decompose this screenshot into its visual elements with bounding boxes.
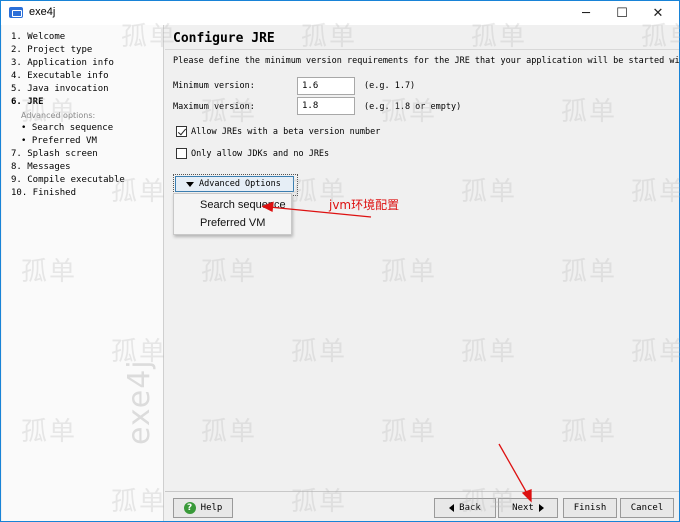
advanced-options-caption: Advanced options: bbox=[21, 111, 96, 120]
only-jdks-label[interactable]: Only allow JDKs and no JREs bbox=[191, 149, 329, 159]
page-description: Please define the minimum version requir… bbox=[173, 56, 680, 66]
menu-item-preferred-vm[interactable]: Preferred VM bbox=[200, 217, 265, 229]
page-title: Configure JRE bbox=[173, 31, 275, 46]
back-button[interactable]: Back bbox=[434, 498, 496, 518]
step-project-type[interactable]: 2. Project type bbox=[11, 45, 92, 55]
finish-button[interactable]: Finish bbox=[563, 498, 617, 518]
back-label: Back bbox=[459, 503, 481, 513]
only-jdks-checkbox[interactable] bbox=[176, 148, 187, 159]
allow-beta-label[interactable]: Allow JREs with a beta version number bbox=[191, 127, 380, 137]
brand-logo: exe4j bbox=[122, 359, 157, 445]
finish-label: Finish bbox=[573, 503, 607, 513]
step-jre[interactable]: 6. JRE bbox=[11, 97, 44, 107]
step-search-sequence[interactable]: • Search sequence bbox=[21, 123, 113, 133]
step-welcome[interactable]: 1. Welcome bbox=[11, 32, 65, 42]
step-executable-info[interactable]: 4. Executable info bbox=[11, 71, 109, 81]
maximize-button[interactable]: ☐ bbox=[605, 1, 639, 25]
menu-item-search-sequence[interactable]: Search sequence bbox=[200, 199, 286, 211]
step-messages[interactable]: 8. Messages bbox=[11, 162, 71, 172]
min-version-label: Minimum version: bbox=[173, 81, 255, 91]
advanced-options-menu: Search sequence Preferred VM bbox=[173, 193, 292, 235]
step-splash-screen[interactable]: 7. Splash screen bbox=[11, 149, 98, 159]
advanced-options-label: Advanced Options bbox=[199, 179, 281, 189]
cancel-button[interactable]: Cancel bbox=[620, 498, 674, 518]
help-button[interactable]: ? Help bbox=[173, 498, 233, 518]
installer-window: exe4j ─ ☐ ✕ 1. Welcome 2. Project type 3… bbox=[0, 0, 680, 522]
step-compile-executable[interactable]: 9. Compile executable bbox=[11, 175, 125, 185]
window-title: exe4j bbox=[29, 6, 56, 18]
arrow-left-icon bbox=[449, 504, 455, 512]
min-version-input[interactable] bbox=[297, 77, 355, 95]
close-button[interactable]: ✕ bbox=[641, 1, 675, 25]
title-bar[interactable]: exe4j ─ ☐ ✕ bbox=[1, 1, 679, 25]
wizard-steps-sidebar: 1. Welcome 2. Project type 3. Applicatio… bbox=[2, 25, 164, 521]
next-button[interactable]: Next bbox=[498, 498, 558, 518]
arrow-right-icon bbox=[538, 504, 544, 512]
cancel-label: Cancel bbox=[630, 503, 664, 513]
next-label: Next bbox=[512, 503, 534, 513]
step-application-info[interactable]: 3. Application info bbox=[11, 58, 114, 68]
step-finished[interactable]: 10. Finished bbox=[11, 188, 76, 198]
advanced-options-button[interactable]: Advanced Options bbox=[173, 174, 298, 196]
footer-divider bbox=[165, 491, 679, 492]
max-version-hint: (e.g. 1.8 or empty) bbox=[364, 102, 462, 112]
app-icon bbox=[9, 7, 23, 18]
step-java-invocation[interactable]: 5. Java invocation bbox=[11, 84, 109, 94]
minimize-button[interactable]: ─ bbox=[569, 1, 603, 25]
min-version-hint: (e.g. 1.7) bbox=[364, 81, 416, 91]
allow-beta-checkbox[interactable] bbox=[176, 126, 187, 137]
header-divider bbox=[165, 49, 679, 50]
step-preferred-vm[interactable]: • Preferred VM bbox=[21, 136, 97, 146]
max-version-input[interactable] bbox=[297, 97, 355, 115]
help-icon: ? bbox=[183, 502, 196, 514]
triangle-down-icon bbox=[186, 181, 194, 187]
max-version-label: Maximum version: bbox=[173, 102, 255, 112]
help-label: Help bbox=[200, 503, 223, 513]
annotation-text: jvm环境配置 bbox=[329, 198, 400, 212]
main-panel: Configure JRE Please define the minimum … bbox=[165, 25, 680, 491]
